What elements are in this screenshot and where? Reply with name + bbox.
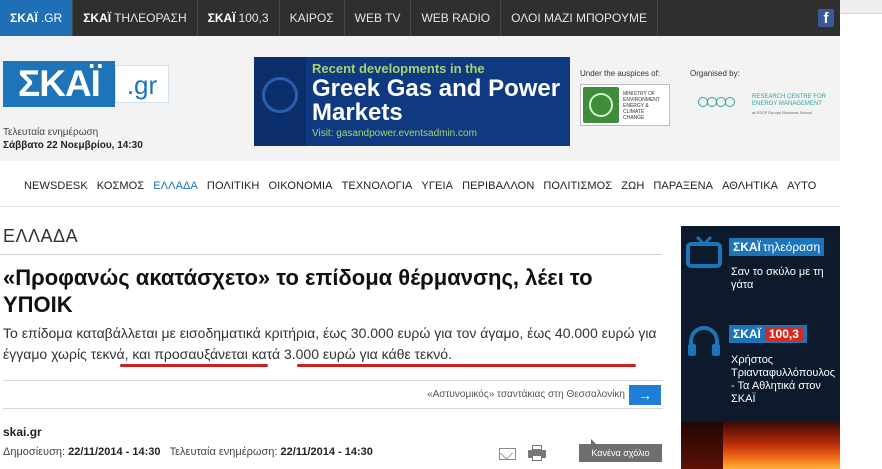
tv-icon (686, 235, 722, 268)
nav-newsdesk[interactable]: NEWSDESK (24, 180, 88, 192)
print-icon[interactable] (528, 445, 546, 461)
organiser-logo[interactable]: RESEARCH CENTRE FOR ENERGY MANAGEMENT at… (698, 94, 838, 118)
main-nav: NEWSDESK ΚΟΣΜΟΣ ΕΛΛΑΔΑ ΠΟΛΙΤΙΚΗ ΟΙΚΟΝΟΜΙ… (0, 161, 840, 207)
organiser-subtext: at ESCP Europe Business School (752, 110, 812, 115)
nav-paraxena[interactable]: ΠΑΡΑΞΕΝΑ (653, 180, 713, 192)
ministry-emblem-icon (583, 87, 619, 123)
sidebar-radio-promo[interactable]: ΣΚΑΪ 100,3 Χρήστος Τριανταφυλλόπουλος - Τ… (681, 322, 840, 422)
topnav-skai-tv[interactable]: ΣΚΑΪ ΤΗΛΕΟΡΑΣΗ (73, 0, 198, 36)
nav-oikonomia[interactable]: ΟΙΚΟΝΟΜΙΑ (268, 180, 332, 192)
nav-politismos[interactable]: ΠΟΛΙΤΙΣΜΟΣ (543, 180, 612, 192)
lead-text-1: Το επίδομα καταβάλλεται με εισοδηματικά … (3, 325, 657, 341)
nav-zoi[interactable]: ΖΩΗ (621, 180, 644, 192)
nav-kosmos[interactable]: ΚΟΣΜΟΣ (97, 180, 144, 192)
sidebar-image[interactable] (681, 422, 840, 469)
nav-ygeia[interactable]: ΥΓΕΙΑ (421, 180, 453, 192)
sidebar: ΣΚΑΪ τηλεόραση Σαν το σκύλο με τη γάτα ΣΚ… (681, 226, 840, 469)
nav-athlitika[interactable]: ΑΘΛΗΤΙΚΑ (722, 180, 778, 192)
facebook-link[interactable]: f (816, 0, 836, 36)
nav-texnologia[interactable]: ΤΕΧΝΟΛΟΓΙΑ (342, 180, 413, 192)
article-headline: «Προφανώς ακατάσχετο» το επίδομα θέρμανσ… (3, 265, 593, 317)
banner-graphic (254, 57, 306, 146)
page-edge (840, 0, 882, 469)
radio-badge: ΣΚΑΪ 100,3 (729, 325, 807, 343)
logo-suffix: .gr (115, 65, 169, 103)
ministry-logo[interactable]: MINISTRY OF ENVIRONMENT ENERGY & CLIMATE… (580, 84, 670, 126)
topnav-weather[interactable]: ΚΑΙΡΟΣ (280, 0, 345, 36)
article-source: skai.gr (3, 425, 42, 439)
email-icon[interactable] (499, 447, 516, 460)
ad-banner[interactable]: Recent developments in the Greek Gas and… (254, 57, 570, 146)
updated-date: 22/11/2014 - 14:30 (280, 446, 373, 458)
red-underline-2 (297, 364, 636, 367)
banner-line-2: Greek Gas and Power Markets (312, 75, 561, 126)
topnav-skai-radio[interactable]: ΣΚΑΪ 100,3 (198, 0, 280, 36)
published-label: Δημοσίευση: (3, 446, 66, 458)
topnav-web-radio[interactable]: WEB RADIO (411, 0, 502, 36)
nav-auto[interactable]: ΑΥΤΟ (787, 180, 816, 192)
lead-highlight-2: προσαυξάνεται κατά 3.000 ευρώ για κάθε τ… (154, 346, 449, 362)
lead-text-3: . (448, 346, 452, 362)
headphones-icon (688, 326, 720, 356)
site-logo[interactable]: ΣΚΑΪ .gr (3, 61, 169, 107)
article-meta: Δημοσίευση: 22/11/2014 - 14:30 Τελευταία… (3, 446, 373, 458)
last-update: Τελευταία ενημέρωση Σάββατο 22 Νοεμβρίου… (3, 126, 143, 152)
article-lead: Το επίδομα καταβάλλεται με εισοδηματικά … (3, 323, 663, 365)
section-divider (0, 254, 662, 255)
red-underline-1 (120, 364, 268, 367)
banner-line-1: Recent developments in the (312, 61, 485, 76)
nav-politiki[interactable]: ΠΟΛΙΤΙΚΗ (207, 180, 260, 192)
lead-text-2: , και (124, 346, 155, 362)
tv-badge: ΣΚΑΪ τηλεόραση (729, 238, 825, 256)
tv-show-title: Σαν το σκύλο με τη γάτα (731, 266, 824, 291)
lead-highlight-1: έγγαμο χωρίς τεκνά (3, 346, 125, 362)
updated-label: Τελευταία ενημέρωση: (169, 446, 278, 458)
banner-line-3: Visit: gasandpower.eventsadmin.com (312, 128, 477, 139)
logo-skai: ΣΚΑΪ (3, 61, 115, 107)
ministry-text: MINISTRY OF ENVIRONMENT ENERGY & CLIMATE… (623, 91, 660, 121)
related-article-bar: «Αστυνομικός» τσαντάκιας στη Θεσσαλονίκη… (3, 380, 663, 409)
sidebar-tv-promo[interactable]: ΣΚΑΪ τηλεόραση Σαν το σκύλο με τη γάτα (681, 226, 840, 316)
topnav-oloi-mazi[interactable]: ΟΛΟΙ ΜΑΖΙ ΜΠΟΡΟΥΜΕ (501, 0, 658, 36)
top-bar: ΣΚΑΪ .GR ΣΚΑΪ ΤΗΛΕΟΡΑΣΗ ΣΚΑΪ 100,3 ΚΑΙΡΟΣ W… (0, 0, 840, 36)
last-update-label: Τελευταία ενημέρωση (3, 127, 99, 138)
published-date: 22/11/2014 - 14:30 (68, 446, 161, 458)
related-article-link[interactable]: «Αστυνομικός» τσαντάκιας στη Θεσσαλονίκη (427, 389, 625, 400)
organiser-text: RESEARCH CENTRE FOR ENERGY MANAGEMENT (752, 94, 827, 107)
section-title[interactable]: ΕΛΛΑΔΑ (3, 226, 78, 247)
organised-label: Organised by: (690, 69, 740, 78)
last-update-date: Σάββατο 22 Νοεμβρίου, 14:30 (3, 140, 143, 151)
facebook-icon: f (818, 9, 834, 27)
next-arrow-button[interactable]: → (629, 385, 661, 405)
topnav-web-tv[interactable]: WEB TV (345, 0, 412, 36)
comments-button[interactable]: Κανένα σχόλιο (579, 439, 662, 462)
topnav-skai-gr[interactable]: ΣΚΑΪ .GR (0, 0, 74, 36)
auspices-label: Under the auspices of: (580, 69, 661, 78)
nav-ellada[interactable]: ΕΛΛΑΔΑ (153, 180, 198, 192)
radio-show-title: Χρήστος Τριανταφυλλόπουλος - Τα Αθλητικά… (731, 354, 836, 405)
nav-perivallon[interactable]: ΠΕΡΙΒΑΛΛΟΝ (462, 180, 534, 192)
